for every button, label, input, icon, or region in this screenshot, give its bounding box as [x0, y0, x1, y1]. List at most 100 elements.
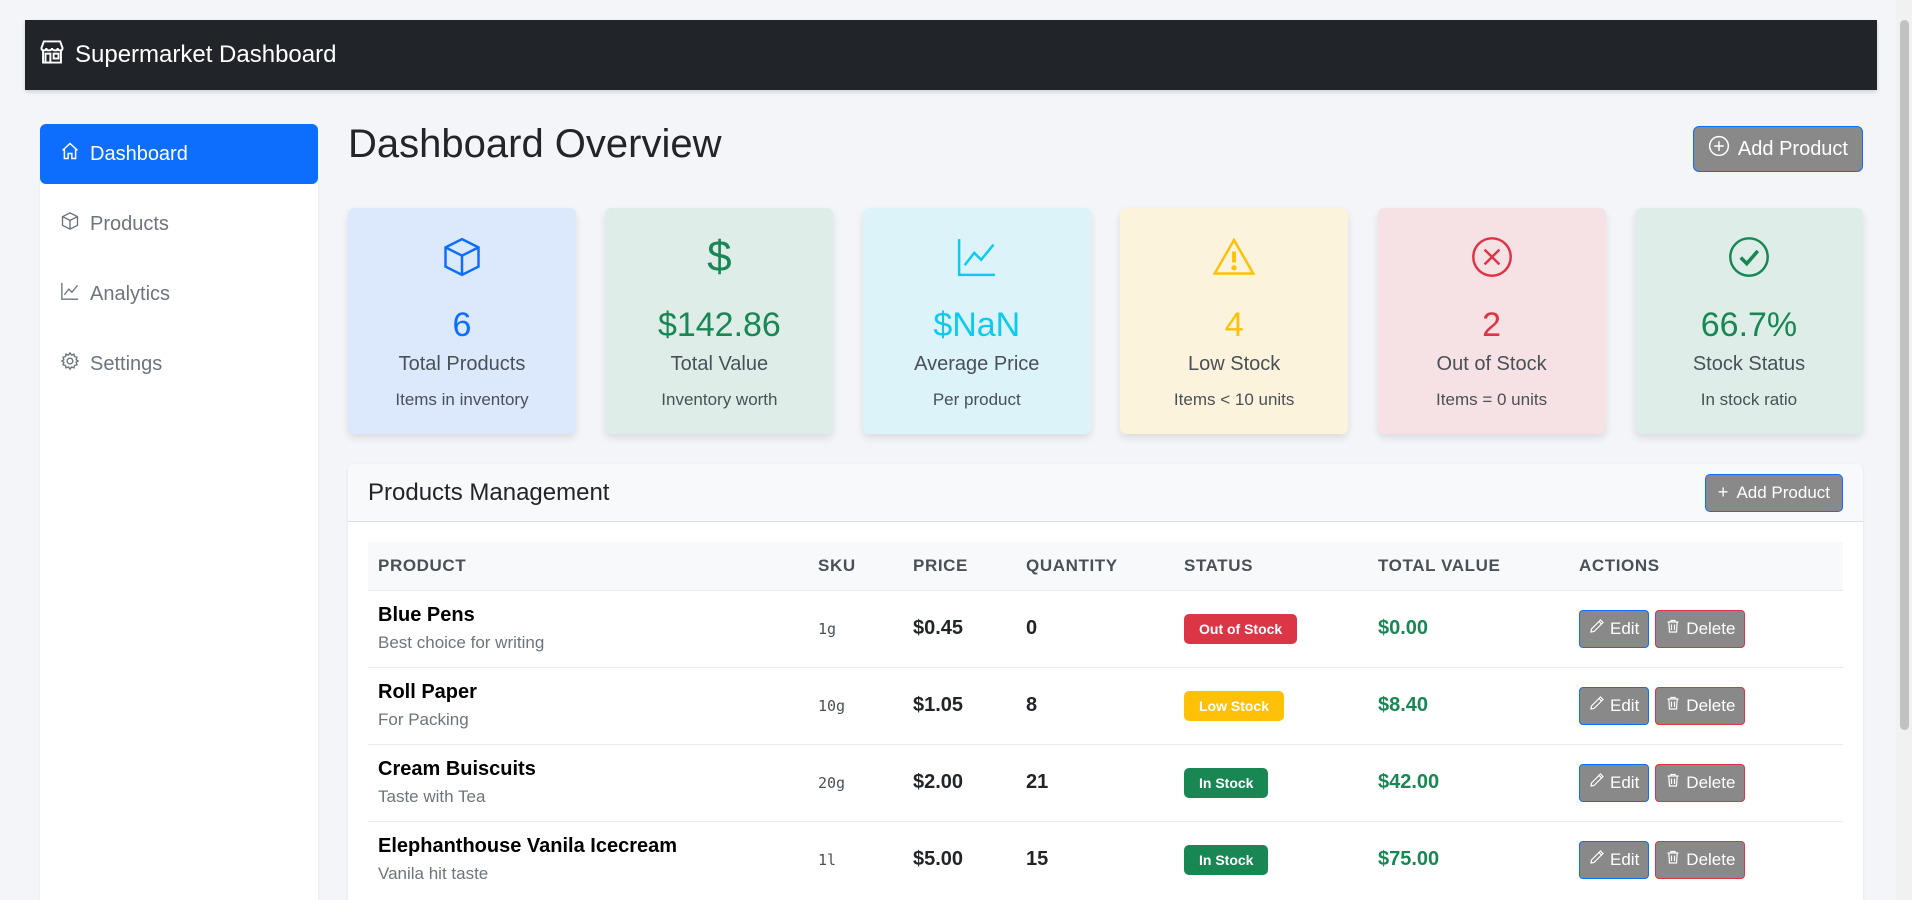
product-price: $2.00	[913, 771, 964, 793]
column-header: SKU	[818, 555, 856, 575]
stat-card-average-price: $NaN Average Price Per product	[862, 208, 1091, 434]
status-badge: In Stock	[1184, 767, 1269, 798]
x-circle-icon	[1378, 234, 1606, 280]
stat-subtext: Per product	[932, 390, 1021, 409]
brand-title: Supermarket Dashboard	[75, 41, 337, 68]
delete-label: Delete	[1686, 618, 1736, 638]
sidebar-item-label: Dashboard	[90, 142, 188, 165]
top-navbar: Supermarket Dashboard	[25, 20, 1877, 90]
scrollbar-thumb[interactable]	[1900, 20, 1909, 730]
plus-circle-icon	[1708, 135, 1738, 163]
product-quantity: 15	[1026, 848, 1049, 871]
product-name: Roll Paper	[378, 681, 477, 703]
sidebar-item-label: Settings	[90, 352, 163, 375]
stat-card-total-value: $ $142.86 Total Value Inventory worth	[605, 208, 834, 434]
product-cell: Roll Paper For Packing	[368, 666, 808, 744]
product-sku: 20g	[818, 774, 846, 792]
stat-label: Total Value	[670, 353, 769, 375]
stat-subtext: Items in inventory	[395, 390, 529, 409]
panel-add-product-button[interactable]: + Add Product	[1704, 473, 1843, 512]
product-sku: 1l	[818, 851, 837, 870]
sidebar-item-analytics[interactable]: Analytics	[40, 264, 318, 324]
product-sku: 1g	[818, 620, 837, 638]
product-cell: Blue Pens Best choice for writing	[368, 589, 808, 667]
column-header: PRICE	[913, 555, 968, 575]
add-product-label: Add Product	[1737, 137, 1848, 160]
product-quantity: 8	[1026, 694, 1038, 716]
products-table: PRODUCT SKU PRICE QUANTITY STATUS TOTAL …	[368, 542, 1843, 898]
graph-up-icon	[60, 281, 90, 307]
pencil-icon	[1589, 618, 1610, 639]
stat-label: Average Price	[914, 353, 1040, 375]
trash-icon	[1665, 695, 1686, 716]
stat-value: 6	[452, 306, 472, 344]
navbar-brand[interactable]: Supermarket Dashboard	[39, 39, 336, 72]
product-description: Vanila hit taste	[378, 864, 489, 884]
product-cell: Cream Buiscuits Taste with Tea	[368, 743, 808, 821]
product-description: Taste with Tea	[378, 787, 486, 806]
stat-value: $NaN	[933, 306, 1021, 344]
column-header: PRODUCT	[378, 555, 467, 575]
column-header: TOTAL VALUE	[1378, 555, 1501, 575]
product-price: $0.45	[913, 617, 964, 639]
trash-icon	[1665, 772, 1686, 793]
product-name: Cream Buiscuits	[378, 758, 536, 780]
trash-icon	[1665, 618, 1686, 639]
check-circle-icon	[1635, 234, 1863, 280]
stat-card-low-stock: 4 Low Stock Items < 10 units	[1120, 208, 1349, 434]
delete-button[interactable]: Delete	[1655, 840, 1746, 879]
delete-button[interactable]: Delete	[1655, 763, 1746, 802]
edit-label: Edit	[1610, 618, 1640, 638]
stat-value: $142.86	[657, 306, 781, 344]
product-total-value: $42.00	[1378, 771, 1440, 793]
edit-label: Edit	[1610, 849, 1640, 869]
delete-label: Delete	[1686, 695, 1736, 715]
plus-icon: +	[1717, 482, 1729, 502]
edit-button[interactable]: Edit	[1579, 609, 1650, 648]
table-header-row: PRODUCT SKU PRICE QUANTITY STATUS TOTAL …	[368, 542, 1843, 590]
sidebar-item-label: Analytics	[90, 282, 171, 305]
product-sku: 10g	[818, 697, 846, 715]
sidebar-item-dashboard[interactable]: Dashboard	[40, 124, 318, 184]
products-panel: Products Management + Add Product PRODUC…	[348, 464, 1863, 900]
stat-value: 4	[1224, 306, 1244, 344]
status-badge: Low Stock	[1184, 690, 1285, 721]
product-total-value: $0.00	[1378, 617, 1429, 639]
delete-button[interactable]: Delete	[1655, 686, 1746, 725]
product-description: For Packing	[378, 710, 469, 729]
graph-up-icon	[863, 234, 1091, 280]
product-quantity: 0	[1026, 617, 1038, 639]
product-total-value: $8.40	[1378, 694, 1429, 716]
product-price: $5.00	[913, 848, 964, 871]
sidebar-item-settings[interactable]: Settings	[40, 334, 318, 394]
stat-value: 2	[1482, 306, 1502, 344]
stat-subtext: Items < 10 units	[1173, 390, 1295, 409]
table-row: Roll Paper For Packing 10g $1.05 8 Low Stock $…	[368, 666, 1843, 744]
add-product-button[interactable]: Add Product	[1692, 126, 1863, 172]
trash-icon	[1665, 849, 1686, 870]
sidebar-item-label: Products	[90, 212, 169, 235]
status-badge: In Stock	[1184, 844, 1269, 875]
delete-button[interactable]: Delete	[1655, 609, 1746, 648]
stat-subtext: Items = 0 units	[1436, 390, 1548, 409]
column-header: ACTIONS	[1579, 555, 1660, 575]
stat-label: Out of Stock	[1436, 353, 1547, 375]
stat-label: Low Stock	[1188, 353, 1281, 375]
panel-title: Products Management	[368, 478, 610, 506]
edit-button[interactable]: Edit	[1579, 763, 1650, 802]
edit-label: Edit	[1610, 695, 1640, 715]
edit-button[interactable]: Edit	[1579, 840, 1650, 879]
pencil-icon	[1589, 695, 1610, 716]
delete-label: Delete	[1686, 772, 1736, 792]
product-name: Elephanthouse Vanila Icecream	[378, 835, 678, 858]
status-badge: Out of Stock	[1184, 613, 1298, 644]
delete-label: Delete	[1686, 849, 1736, 869]
stat-card-total-products: 6 Total Products Items in inventory	[348, 208, 576, 434]
panel-add-label: Add Product	[1736, 482, 1830, 502]
stat-label: Stock Status	[1692, 353, 1806, 375]
edit-button[interactable]: Edit	[1579, 686, 1650, 725]
table-row: Elephanthouse Vanila Icecream Vanila hit …	[368, 820, 1843, 898]
pencil-icon	[1589, 849, 1610, 870]
sidebar-item-products[interactable]: Products	[40, 194, 318, 254]
page-scrollbar[interactable]	[1896, 0, 1912, 900]
